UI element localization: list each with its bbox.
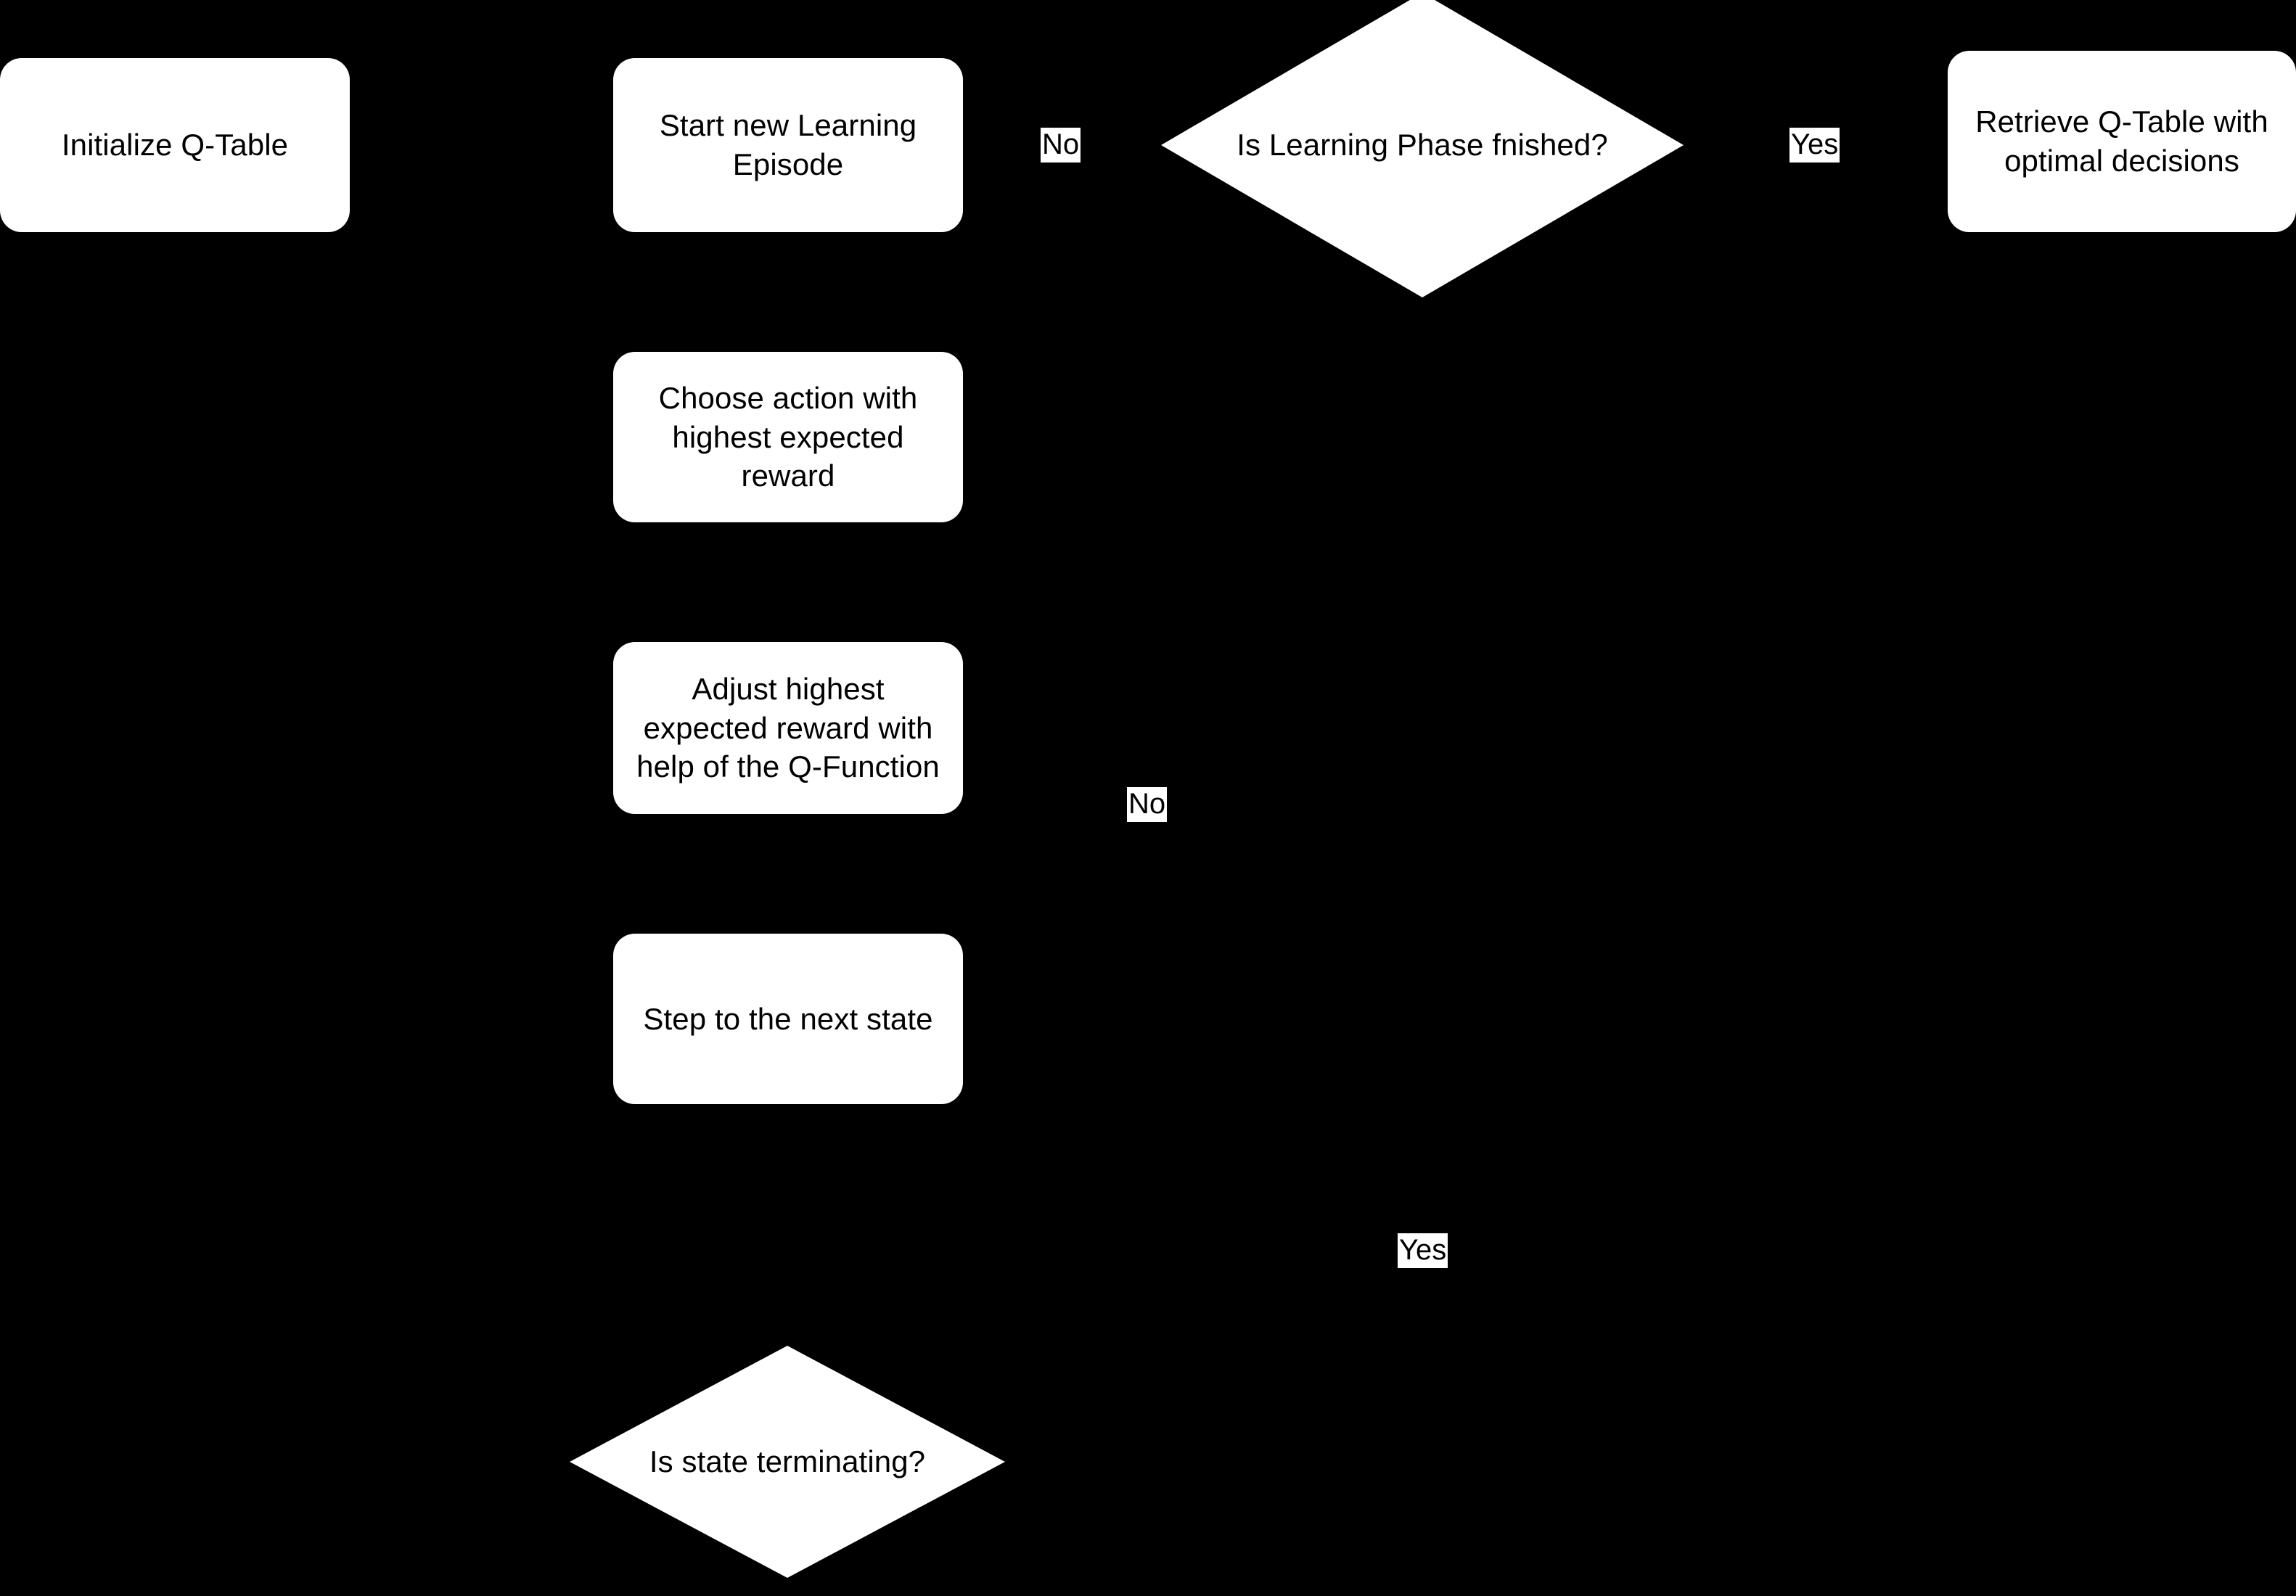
node-label: Step to the next state: [643, 1001, 933, 1036]
edge-terminating-to-choose-no: [964, 419, 1136, 1457]
node-retrieve-q-table[interactable]: Retrieve Q-Table with optimal decisions: [1948, 51, 2296, 232]
node-label: Retrieve Q-Table with optimal decisions: [1975, 104, 2268, 178]
node-label: Start new Learning Episode: [659, 108, 917, 181]
node-start-new-learning-episode[interactable]: Start new Learning Episode: [613, 58, 963, 232]
node-label: Is state terminating?: [649, 1444, 926, 1479]
node-label: Is Learning Phase fnished?: [1237, 128, 1608, 163]
node-is-state-terminating[interactable]: Is state terminating?: [570, 1346, 1005, 1578]
node-adjust-reward[interactable]: Adjust highest expected reward with help…: [613, 642, 963, 814]
node-label: Choose action with highest expected rewa…: [658, 380, 918, 493]
edge-label-terminating-no: No: [1127, 787, 1168, 822]
edge-label-phase-yes: Yes: [1789, 128, 1840, 163]
node-choose-action[interactable]: Choose action with highest expected rewa…: [613, 352, 963, 522]
node-is-learning-phase-finished[interactable]: Is Learning Phase fnished?: [1161, 0, 1684, 297]
node-label: Adjust highest expected reward with help…: [636, 671, 940, 784]
edge-label-phase-no: No: [1041, 128, 1081, 163]
flowchart-canvas: Initialize Q-Table Start new Learning Ep…: [0, 0, 2296, 1596]
node-initialize-q-table[interactable]: Initialize Q-Table: [0, 58, 350, 232]
edge-label-terminating-yes: Yes: [1398, 1233, 1448, 1268]
node-label: Initialize Q-Table: [61, 128, 289, 163]
node-step-next-state[interactable]: Step to the next state: [613, 934, 963, 1104]
